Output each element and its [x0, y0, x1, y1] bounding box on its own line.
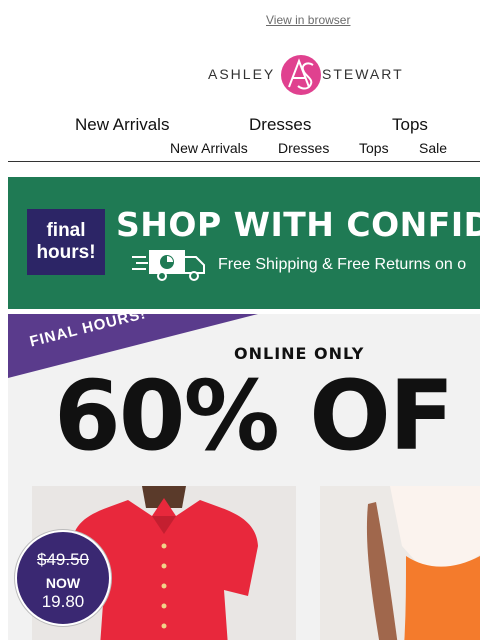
old-price: $49.50: [37, 550, 89, 569]
free-shipping-banner[interactable]: final hours! SHOP WITH CONFID Free Shipp…: [8, 177, 480, 309]
nav-primary-dresses[interactable]: Dresses: [249, 115, 311, 135]
price-badge: $49.50 NOW 19.80: [15, 530, 111, 626]
final-hours-badge: final hours!: [27, 209, 105, 275]
nav-primary-tops[interactable]: Tops: [392, 115, 428, 135]
final-hours-badge-text: final hours!: [36, 220, 96, 263]
ashley-stewart-logo[interactable]: ASHLEY STEWART: [208, 54, 410, 96]
discount-headline: 60% OF: [54, 360, 454, 472]
view-in-browser-link[interactable]: View in browser: [266, 13, 350, 27]
banner-subline: Free Shipping & Free Returns on o: [218, 256, 467, 273]
logo-monogram-icon: [281, 55, 321, 95]
nav-secondary-new-arrivals[interactable]: New Arrivals: [170, 140, 248, 156]
nav-secondary-sale[interactable]: Sale: [419, 140, 447, 156]
banner-headline: SHOP WITH CONFID: [116, 205, 480, 244]
new-price: 19.80: [41, 592, 85, 611]
white-top-orange-pants-model-image: [320, 486, 480, 640]
now-label: NOW: [45, 575, 81, 591]
logo-word-left: ASHLEY: [208, 66, 276, 82]
nav-primary-new-arrivals[interactable]: New Arrivals: [75, 115, 169, 135]
product-image-orange-pants[interactable]: [320, 486, 480, 640]
delivery-truck-icon: [132, 250, 205, 281]
nav-secondary-dresses[interactable]: Dresses: [278, 140, 329, 156]
nav-secondary-tops[interactable]: Tops: [359, 140, 389, 156]
logo-word-right: STEWART: [322, 66, 404, 82]
nav-divider: [8, 161, 480, 162]
